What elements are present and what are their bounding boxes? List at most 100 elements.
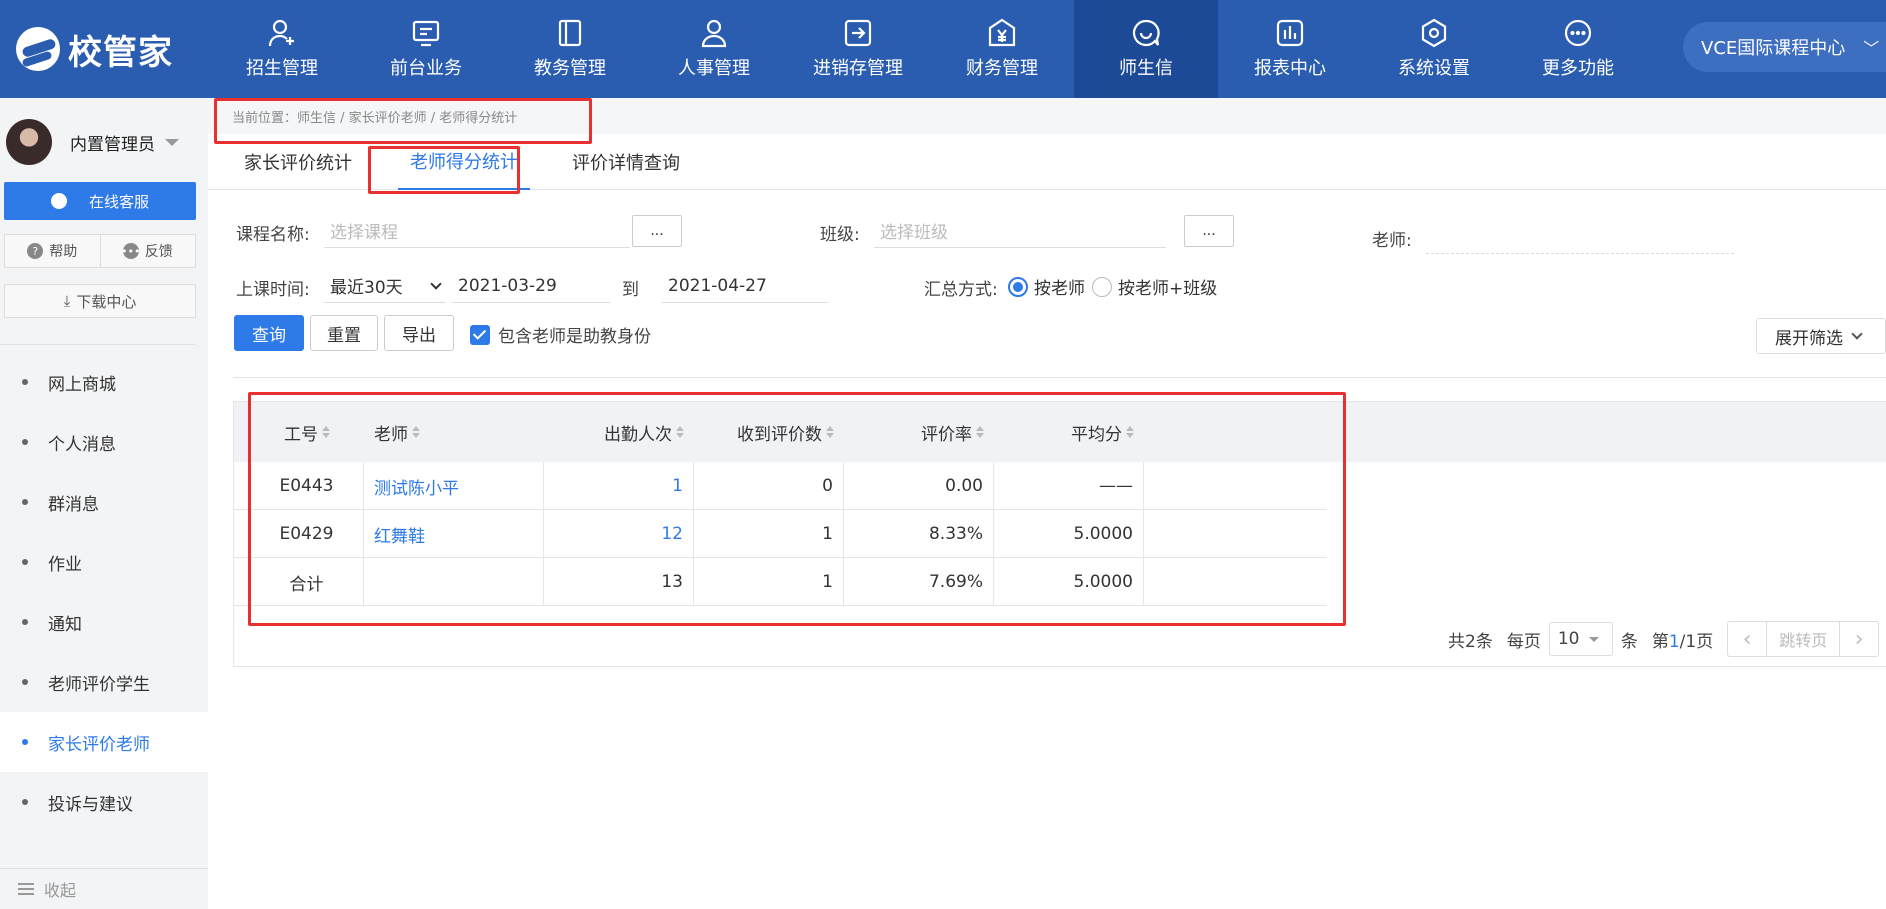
date-to-input[interactable]: 2021-04-27 bbox=[662, 269, 828, 303]
jump-page-input[interactable]: 跳转页 bbox=[1766, 622, 1841, 656]
pagination: 共2条 每页 10 条 第1/1页 ‹ 跳转页 › bbox=[1448, 620, 1880, 658]
sort-icon bbox=[412, 426, 420, 438]
tab-1[interactable]: 老师得分统计 bbox=[398, 134, 530, 190]
nav-item-7[interactable]: 报表中心 bbox=[1218, 0, 1362, 98]
radio-by-teacher[interactable]: 按老师 bbox=[1008, 274, 1085, 299]
column-header-reviews[interactable]: 收到评价数 bbox=[694, 402, 844, 462]
tab-bar: 家长评价统计 老师得分统计 评价详情查询 bbox=[208, 134, 1886, 190]
column-header-label: 出勤人次 bbox=[604, 424, 672, 445]
prev-page-icon[interactable]: ‹ bbox=[1728, 622, 1766, 656]
nav-item-2[interactable]: 教务管理 bbox=[498, 0, 642, 98]
brand-name: 校管家 bbox=[68, 32, 173, 73]
chevron-down-icon bbox=[1851, 328, 1863, 340]
current-page: 1 bbox=[1668, 631, 1680, 652]
org-name: VCE国际课程中心 bbox=[1701, 38, 1846, 59]
nav-label: 人事管理 bbox=[678, 58, 750, 79]
cell-avg: —— bbox=[994, 462, 1144, 510]
column-header-id[interactable]: 工号 bbox=[250, 402, 364, 462]
sidebar-item-label: 老师评价学生 bbox=[48, 674, 150, 695]
bar-chart-icon bbox=[1275, 18, 1305, 48]
sidebar-item-6[interactable]: 家长评价老师 bbox=[0, 712, 208, 772]
page-prefix: 第 bbox=[1651, 631, 1669, 652]
pager-per-page-label: 每页 bbox=[1506, 631, 1541, 652]
nav-item-3[interactable]: 人事管理 bbox=[642, 0, 786, 98]
course-picker-button[interactable]: ... bbox=[632, 215, 682, 247]
course-input[interactable]: 选择课程 bbox=[324, 214, 630, 248]
breadcrumb-text: 当前位置：师生信 / 家长评价老师 / 老师得分统计 bbox=[232, 110, 518, 126]
cell-teacher[interactable]: 测试陈小平 bbox=[364, 462, 544, 510]
nav-label: 师生信 bbox=[1119, 58, 1173, 79]
class-label: 班级: bbox=[820, 225, 860, 245]
reset-button[interactable]: 重置 bbox=[310, 315, 378, 351]
cell-avg: 5.0000 bbox=[994, 510, 1144, 558]
radio-by-teacher-class-label: 按老师+班级 bbox=[1118, 279, 1218, 299]
page-size-select[interactable]: 10 bbox=[1548, 622, 1613, 656]
cell-attend[interactable]: 1 bbox=[544, 462, 694, 510]
column-header-teacher[interactable]: 老师 bbox=[364, 402, 544, 462]
chevron-down-icon bbox=[430, 277, 442, 290]
include-assistant-checkbox[interactable]: 包含老师是助教身份 bbox=[470, 322, 651, 347]
query-button[interactable]: 查询 bbox=[234, 315, 304, 351]
class-input[interactable]: 选择班级 bbox=[874, 214, 1166, 248]
time-range-select[interactable]: 最近30天 bbox=[324, 269, 446, 303]
column-header-attend[interactable]: 出勤人次 bbox=[544, 402, 694, 462]
feedback-button[interactable]: ••• 反馈 bbox=[101, 235, 196, 267]
sidebar-item-1[interactable]: 个人消息 bbox=[0, 412, 208, 472]
time-range-value: 最近30天 bbox=[330, 278, 403, 298]
teacher-input[interactable] bbox=[1426, 220, 1734, 254]
nav-item-1[interactable]: 前台业务 bbox=[354, 0, 498, 98]
bullet-icon bbox=[22, 679, 28, 685]
class-picker-button[interactable]: ... bbox=[1184, 215, 1234, 247]
next-page-icon[interactable]: › bbox=[1840, 622, 1878, 656]
date-from-input[interactable]: 2021-03-29 bbox=[452, 269, 610, 303]
cell-reviews: 1 bbox=[694, 558, 844, 606]
user-panel[interactable]: 内置管理员 bbox=[0, 98, 208, 186]
bullet-icon bbox=[22, 739, 28, 745]
nav-item-5[interactable]: 财务管理 bbox=[930, 0, 1074, 98]
caret-down-icon bbox=[165, 138, 179, 146]
person-icon bbox=[699, 18, 729, 48]
table-header: 工号 老师 出勤人次 收到评价数 评价率 平均分 bbox=[234, 402, 1886, 462]
nav-item-6[interactable]: 师生信 bbox=[1074, 0, 1218, 98]
sidebar-item-0[interactable]: 网上商城 bbox=[0, 352, 208, 412]
download-center-button[interactable]: ⤓ 下载中心 bbox=[4, 284, 196, 318]
help-button[interactable]: ? 帮助 bbox=[5, 235, 101, 267]
sidebar-item-5[interactable]: 老师评价学生 bbox=[0, 652, 208, 712]
tab-2[interactable]: 评价详情查询 bbox=[572, 134, 680, 190]
online-service-button[interactable]: 在线客服 bbox=[4, 182, 196, 220]
sidebar-item-label: 网上商城 bbox=[48, 374, 116, 395]
collapse-button[interactable]: 收起 bbox=[0, 868, 208, 909]
cell-attend[interactable]: 12 bbox=[544, 510, 694, 558]
nav-label: 更多功能 bbox=[1542, 58, 1614, 79]
time-label: 上课时间: bbox=[236, 280, 310, 300]
table-total-row: 合计 13 1 7.69% 5.0000 bbox=[234, 558, 1327, 606]
column-header-rate[interactable]: 评价率 bbox=[844, 402, 994, 462]
sidebar-item-4[interactable]: 通知 bbox=[0, 592, 208, 652]
nav-item-0[interactable]: 招生管理 bbox=[210, 0, 354, 98]
radio-by-teacher-class[interactable]: 按老师+班级 bbox=[1092, 274, 1217, 299]
sidebar-divider bbox=[0, 344, 196, 345]
bullet-icon bbox=[22, 379, 28, 385]
nav-item-8[interactable]: 系统设置 bbox=[1362, 0, 1506, 98]
bullet-icon bbox=[22, 439, 28, 445]
nav-item-4[interactable]: 进销存管理 bbox=[786, 0, 930, 98]
chat-bubble-icon bbox=[50, 193, 67, 209]
user-plus-icon bbox=[267, 18, 297, 48]
org-selector[interactable]: VCE国际课程中心 ﹀ bbox=[1683, 22, 1886, 72]
nav-item-9[interactable]: 更多功能 bbox=[1506, 0, 1650, 98]
expand-filter-button[interactable]: 展开筛选 bbox=[1756, 318, 1886, 354]
sidebar-item-3[interactable]: 作业 bbox=[0, 532, 208, 592]
cell-id: E0429 bbox=[250, 510, 364, 558]
column-header-avg[interactable]: 平均分 bbox=[994, 402, 1144, 462]
page-indicator: 第1/1页 bbox=[1652, 627, 1713, 652]
radio-checked-icon bbox=[1008, 276, 1028, 297]
breadcrumb: 当前位置：师生信 / 家长评价老师 / 老师得分统计 bbox=[208, 98, 1886, 134]
cell-teacher[interactable]: 红舞鞋 bbox=[364, 510, 544, 558]
cell-rate: 8.33% bbox=[844, 510, 994, 558]
sidebar-item-7[interactable]: 投诉与建议 bbox=[0, 772, 208, 832]
tab-0[interactable]: 家长评价统计 bbox=[244, 134, 352, 190]
brand-logo[interactable]: 校管家 bbox=[0, 0, 210, 98]
chat-icon bbox=[1131, 18, 1161, 48]
export-button[interactable]: 导出 bbox=[384, 315, 454, 351]
sidebar-item-2[interactable]: 群消息 bbox=[0, 472, 208, 532]
